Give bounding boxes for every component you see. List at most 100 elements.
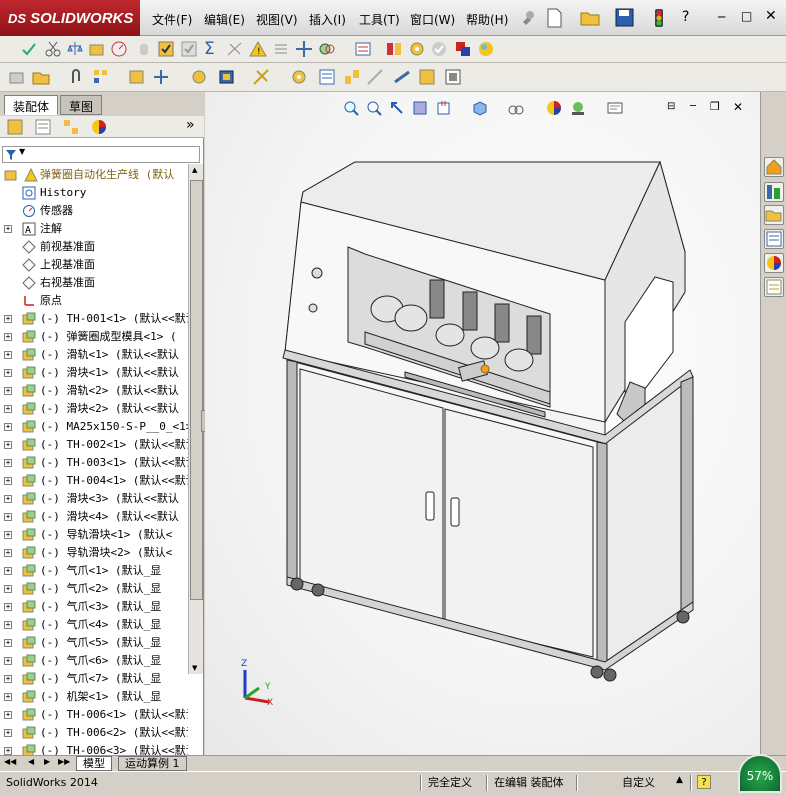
expand-toggle-icon[interactable]: + [4,459,12,467]
tree-item[interactable]: + (-) 滑轨<2> (默认<<默认 [0,382,188,400]
expand-toggle-icon[interactable]: + [4,315,12,323]
check-gray-icon[interactable] [180,40,198,58]
expand-toggle-icon[interactable]: + [4,621,12,629]
open-part-icon[interactable] [32,68,50,86]
speedpak-icon[interactable] [444,68,462,86]
expand-toggle-icon[interactable]: + [4,567,12,575]
tree-item[interactable]: 传感器 [0,202,188,220]
display-manager-icon[interactable] [90,118,108,136]
restore-button[interactable]: □ [741,9,752,23]
tree-item[interactable]: + (-) TH-006<1> (默认<<默认 [0,706,188,724]
tree-filter-input[interactable]: ▼ [2,146,200,163]
pushpin-icon[interactable] [518,9,536,27]
tree-item[interactable]: + (-) 滑块<2> (默认<<默认 [0,400,188,418]
expand-toggle-icon[interactable]: + [4,405,12,413]
expand-toggle-icon[interactable]: + [4,369,12,377]
expand-toggle-icon[interactable]: + [4,441,12,449]
solidworks-resources-icon[interactable] [764,157,784,177]
custom-properties-icon[interactable] [764,277,784,297]
move-component-icon[interactable] [295,40,313,58]
filter-dropdown-icon[interactable]: ▼ [19,147,25,156]
menu-view[interactable]: 视图(V) [256,11,298,28]
show-hidden-icon[interactable] [190,68,208,86]
appearances-scenes-icon[interactable] [764,253,784,273]
tree-item[interactable]: + (-) TH-001<1> (默认<<默认 [0,310,188,328]
tree-item[interactable]: + (-) 滑块<1> (默认<<默认 [0,364,188,382]
align-icon[interactable] [272,40,290,58]
new-document-icon[interactable] [545,8,563,28]
mass-properties-icon[interactable] [88,40,106,58]
paperclip-icon[interactable] [68,68,86,86]
tree-item[interactable]: + (-) 机架<1> (默认_显 [0,688,188,706]
appearance-icon[interactable] [454,40,472,58]
property-manager-icon[interactable] [34,118,52,136]
reference-geometry-icon[interactable] [252,68,270,86]
expand-toggle-icon[interactable]: + [4,585,12,593]
new-motion-study-icon[interactable] [290,68,308,86]
tree-item[interactable]: + (-) 气爪<4> (默认_显 [0,616,188,634]
expand-toggle-icon[interactable]: + [4,225,12,233]
expand-toggle-icon[interactable]: + [4,351,12,359]
bill-of-materials-icon[interactable] [318,68,336,86]
assembly-features-icon[interactable] [218,68,236,86]
tree-item[interactable]: + (-) MA25x150-S-P__0_<1> [0,418,188,436]
expand-toggle-icon[interactable]: + [4,513,12,521]
expand-toggle-icon[interactable]: + [4,747,12,755]
tree-root[interactable]: 弹簧圈自动化生产线 (默认 [0,166,188,184]
tree-item[interactable]: + (-) TH-004<1> (默认<<默认 [0,472,188,490]
expand-toggle-icon[interactable]: + [4,549,12,557]
check-box-icon[interactable] [157,40,175,58]
menu-tools[interactable]: 工具(T) [359,11,400,28]
tab-scroll-last-icon[interactable]: ▶▶ [58,757,70,766]
expand-toggle-icon[interactable]: + [4,603,12,611]
tree-item[interactable]: + (-) TH-006<3> (默认<<默认 [0,742,188,756]
mate-icon[interactable] [385,40,403,58]
tree-item[interactable]: + (-) 气爪<2> (默认_显 [0,580,188,598]
menu-window[interactable]: 窗口(W) [410,11,455,28]
large-assembly-icon[interactable] [418,68,436,86]
help-status-icon[interactable]: ? [697,775,711,789]
file-explorer-icon[interactable] [764,205,784,225]
view-palette-icon[interactable] [764,229,784,249]
expand-toggle-icon[interactable]: + [4,495,12,503]
scroll-thumb[interactable] [190,180,203,600]
tree-item[interactable]: + (-) 气爪<6> (默认_显 [0,652,188,670]
tree-item[interactable]: 上视基准面 [0,256,188,274]
menu-edit[interactable]: 编辑(E) [204,11,245,28]
check-circle-icon[interactable] [430,40,448,58]
expand-panel-icon[interactable]: » [186,117,195,133]
expand-toggle-icon[interactable]: + [4,531,12,539]
tree-item[interactable]: + (-) 滑块<4> (默认<<默认 [0,508,188,526]
tab-sketch[interactable]: 草图 [60,95,103,115]
balance-icon[interactable] [66,40,84,58]
move-icon[interactable] [152,68,170,86]
tree-item[interactable]: + A 注解 [0,220,188,238]
tree-item[interactable]: + (-) 气爪<3> (默认_显 [0,598,188,616]
render-icon[interactable] [477,40,495,58]
tree-item[interactable]: + (-) TH-002<1> (默认<<默认 [0,436,188,454]
expand-toggle-icon[interactable]: + [4,693,12,701]
instant3d-icon[interactable] [393,68,411,86]
cut-icon[interactable] [44,40,62,58]
expand-toggle-icon[interactable]: + [4,675,12,683]
tree-item[interactable]: + (-) 导轨滑块<1> (默认< [0,526,188,544]
gear-tool-icon[interactable] [408,40,426,58]
tree-item[interactable]: + (-) 滑块<3> (默认<<默认 [0,490,188,508]
status-units[interactable]: 自定义 [618,775,659,791]
configuration-manager-icon[interactable] [62,118,80,136]
warning-icon[interactable]: ! [249,40,267,58]
expand-toggle-icon[interactable]: + [4,729,12,737]
tree-item[interactable]: + (-) 气爪<1> (默认_显 [0,562,188,580]
explode-view-icon[interactable] [354,40,372,58]
feature-manager-icon[interactable] [6,118,24,136]
tree-item[interactable]: 右视基准面 [0,274,188,292]
tree-item[interactable]: History [0,184,188,202]
tab-model[interactable]: 模型 [76,756,112,771]
close-button[interactable]: ✕ [765,8,777,24]
tree-item[interactable]: + (-) 气爪<7> (默认_显 [0,670,188,688]
tree-item[interactable]: + (-) TH-006<2> (默认<<默认 [0,724,188,742]
expand-toggle-icon[interactable]: + [4,477,12,485]
interference-icon[interactable] [318,40,336,58]
smart-fasteners-icon[interactable] [128,68,146,86]
expand-toggle-icon[interactable]: + [4,711,12,719]
